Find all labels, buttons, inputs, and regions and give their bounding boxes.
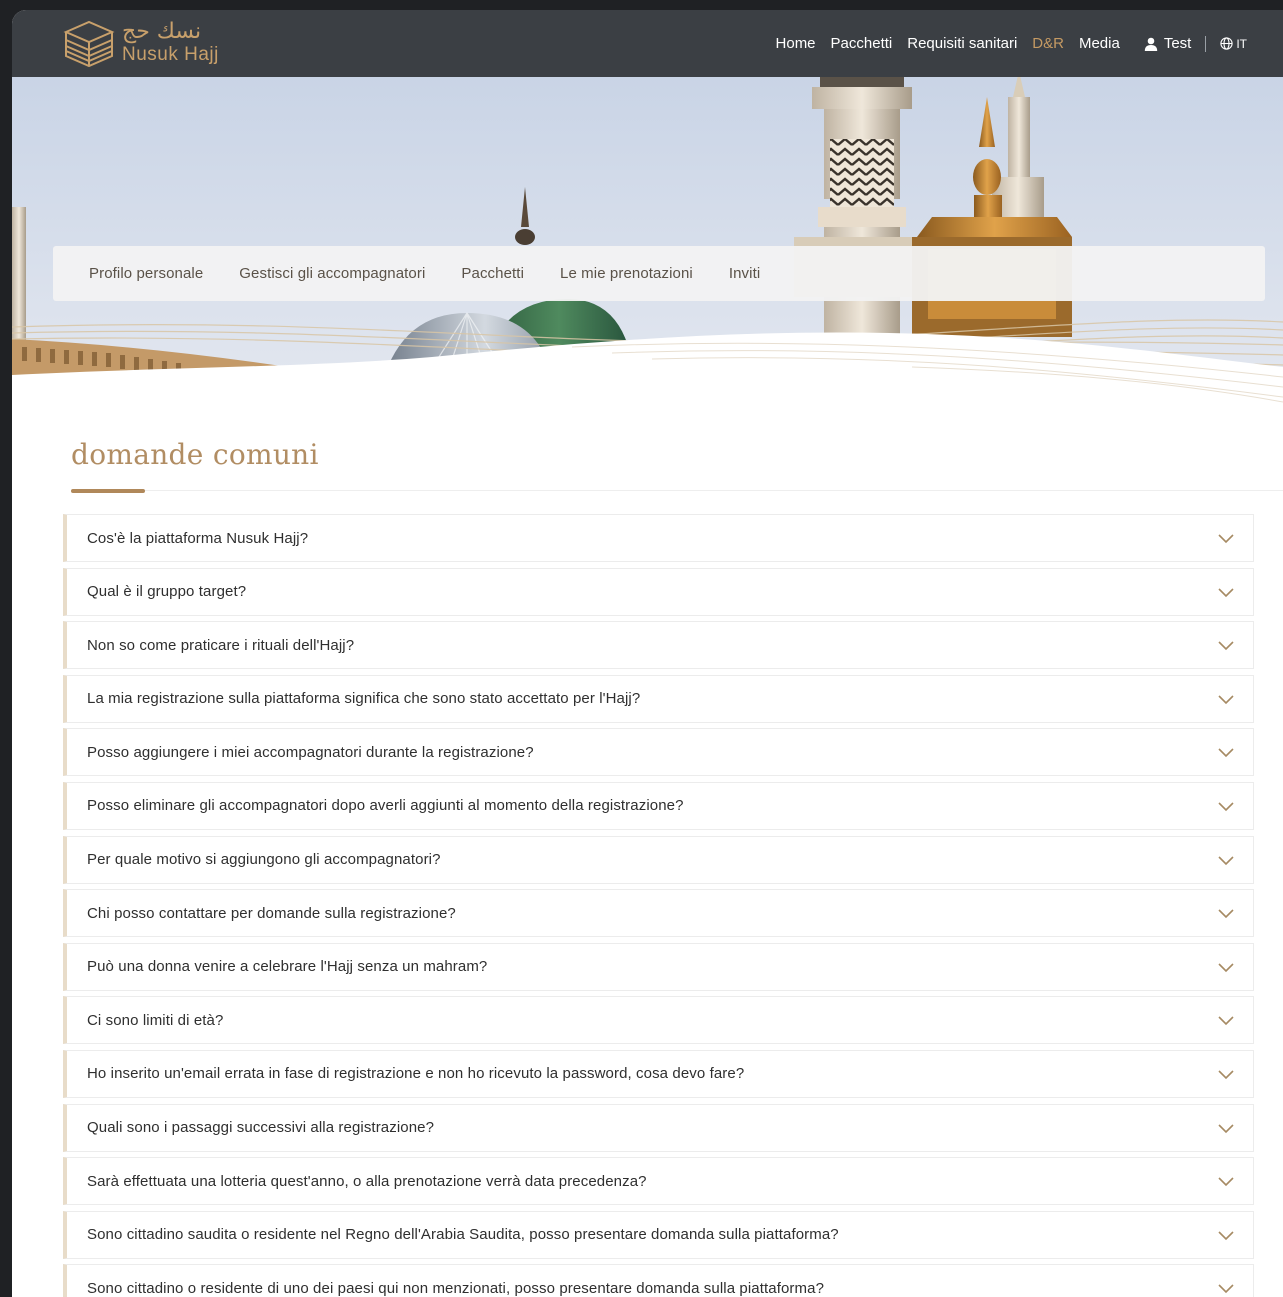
faq-question: Cos'è la piattaforma Nusuk Hajj?	[87, 529, 309, 547]
faq-question: Sono cittadino saudita o residente nel R…	[87, 1226, 839, 1244]
subnav-my-bookings[interactable]: Le mie prenotazioni	[560, 265, 693, 282]
brand-name: Nusuk Hajj	[122, 43, 219, 65]
nav-faq[interactable]: D&R	[1032, 35, 1064, 52]
faq-item[interactable]: Sono cittadino saudita o residente nel R…	[63, 1210, 1254, 1259]
faq-item[interactable]: Posso aggiungere i miei accompagnatori d…	[63, 728, 1254, 777]
mosque-banner-image	[12, 77, 1283, 407]
chevron-down-icon[interactable]	[1217, 531, 1235, 545]
subnav-packages[interactable]: Pacchetti	[461, 265, 524, 282]
faq-question: Sarà effettuata una lotteria quest'anno,…	[87, 1172, 647, 1190]
faq-question: Per quale motivo si aggiungono gli accom…	[87, 851, 441, 869]
top-navigation-bar: نسك حج Nusuk Hajj Home Pacchetti Requisi…	[12, 10, 1283, 77]
faq-question: Sono cittadino o residente di uno dei pa…	[87, 1279, 825, 1297]
faq-item[interactable]: Qual è il gruppo target?	[63, 567, 1254, 616]
faq-item[interactable]: Posso eliminare gli accompagnatori dopo …	[63, 781, 1254, 830]
faq-item[interactable]: Cos'è la piattaforma Nusuk Hajj?	[63, 514, 1254, 562]
chevron-down-icon[interactable]	[1217, 638, 1235, 652]
faq-item[interactable]: Sarà effettuata una lotteria quest'anno,…	[63, 1157, 1254, 1206]
subnav-invitations[interactable]: Inviti	[729, 265, 760, 282]
nav-health-requirements[interactable]: Requisiti sanitari	[907, 35, 1017, 52]
nav-packages[interactable]: Pacchetti	[831, 35, 893, 52]
brand-logo[interactable]: نسك حج Nusuk Hajj	[62, 16, 219, 68]
chevron-down-icon[interactable]	[1217, 1228, 1235, 1242]
chevron-down-icon[interactable]	[1217, 692, 1235, 706]
chevron-down-icon[interactable]	[1217, 853, 1235, 867]
faq-item[interactable]: Può una donna venire a celebrare l'Hajj …	[63, 942, 1254, 991]
chevron-down-icon[interactable]	[1217, 960, 1235, 974]
faq-item[interactable]: Quali sono i passaggi successivi alla re…	[63, 1103, 1254, 1152]
subnav-manage-companions[interactable]: Gestisci gli accompagnatori	[239, 265, 425, 282]
chevron-down-icon[interactable]	[1217, 1174, 1235, 1188]
title-divider	[71, 490, 1283, 491]
chevron-down-icon[interactable]	[1217, 1067, 1235, 1081]
faq-item[interactable]: Per quale motivo si aggiungono gli accom…	[63, 835, 1254, 884]
faq-item[interactable]: Ci sono limiti di età?	[63, 996, 1254, 1045]
faq-item[interactable]: Non so come praticare i rituali dell'Haj…	[63, 621, 1254, 670]
page-title: domande comuni	[71, 438, 319, 471]
faq-item[interactable]: Chi posso contattare per domande sulla r…	[63, 889, 1254, 938]
faq-item[interactable]: Ho inserito un'email errata in fase di r…	[63, 1049, 1254, 1098]
faq-question: Ci sono limiti di età?	[87, 1011, 224, 1029]
faq-question: Ho inserito un'email errata in fase di r…	[87, 1065, 745, 1083]
globe-icon	[1220, 37, 1233, 50]
chevron-down-icon[interactable]	[1217, 585, 1235, 599]
subnav-personal-profile[interactable]: Profilo personale	[89, 265, 203, 282]
page: نسك حج Nusuk Hajj Home Pacchetti Requisi…	[12, 10, 1283, 1297]
faq-list: Cos'è la piattaforma Nusuk Hajj? Qual è i…	[63, 514, 1254, 1297]
user-menu[interactable]: Test	[1144, 35, 1192, 52]
faq-question: Chi posso contattare per domande sulla r…	[87, 904, 456, 922]
faq-question: Quali sono i passaggi successivi alla re…	[87, 1119, 435, 1137]
nav-divider	[1205, 35, 1207, 52]
language-code: IT	[1236, 36, 1247, 51]
faq-question: Qual è il gruppo target?	[87, 583, 247, 601]
faq-item[interactable]: Sono cittadino o residente di uno dei pa…	[63, 1264, 1254, 1297]
chevron-down-icon[interactable]	[1217, 1281, 1235, 1295]
kaaba-logo-icon	[63, 20, 115, 68]
hero-banner	[12, 77, 1283, 407]
nav-media[interactable]: Media	[1079, 35, 1120, 52]
user-icon	[1144, 37, 1158, 51]
faq-question: Non so come praticare i rituali dell'Haj…	[87, 636, 355, 654]
chevron-down-icon[interactable]	[1217, 1013, 1235, 1027]
nav-home[interactable]: Home	[776, 35, 816, 52]
faq-question: Posso aggiungere i miei accompagnatori d…	[87, 743, 534, 761]
faq-question: Posso eliminare gli accompagnatori dopo …	[87, 797, 684, 815]
user-name: Test	[1163, 35, 1192, 52]
faq-item[interactable]: La mia registrazione sulla piattaforma s…	[63, 674, 1254, 723]
main-nav: Home Pacchetti Requisiti sanitari D&R Me…	[761, 10, 1247, 77]
brand-arabic-name: نسك حج	[122, 18, 202, 44]
account-subnav: Profilo personale Gestisci gli accompagn…	[53, 246, 1265, 301]
chevron-down-icon[interactable]	[1217, 799, 1235, 813]
chevron-down-icon[interactable]	[1217, 745, 1235, 759]
faq-question: Può una donna venire a celebrare l'Hajj …	[87, 958, 488, 976]
faq-question: La mia registrazione sulla piattaforma s…	[87, 690, 641, 708]
language-selector[interactable]: IT	[1220, 37, 1247, 51]
chevron-down-icon[interactable]	[1217, 906, 1235, 920]
chevron-down-icon[interactable]	[1217, 1121, 1235, 1135]
title-accent-bar	[71, 489, 145, 493]
